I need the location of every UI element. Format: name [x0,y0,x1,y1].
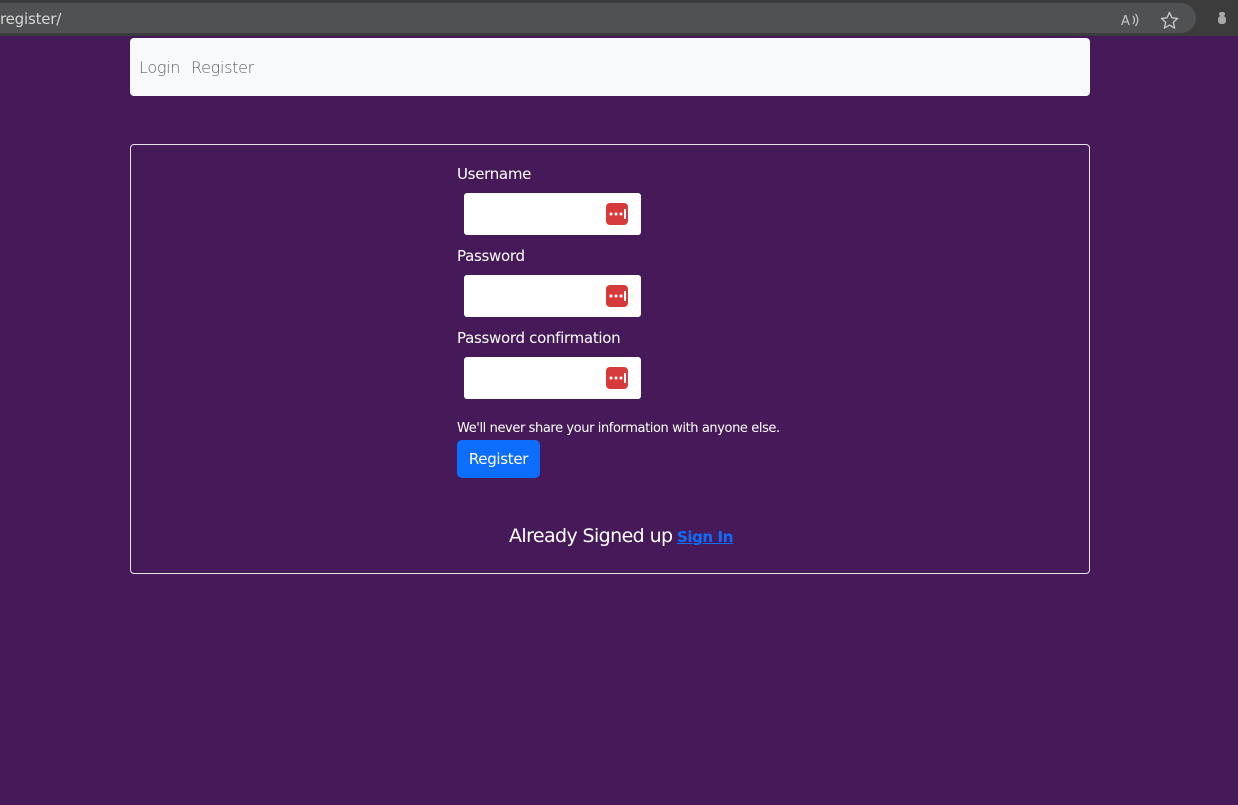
extension-icon[interactable] [1216,11,1228,25]
password-manager-icon[interactable] [606,203,628,225]
address-bar[interactable]: register/ A [0,3,1196,33]
navbar: Login Register [130,38,1090,96]
signin-prompt: Already Signed up Sign In [509,525,733,547]
password-manager-icon[interactable] [606,367,628,389]
privacy-help-text: We'll never share your information with … [457,421,780,436]
url-text[interactable]: register/ [0,10,61,28]
register-form-card: Username Password Password confirmation … [130,144,1090,574]
password-manager-icon[interactable] [606,285,628,307]
read-aloud-icon[interactable]: A [1121,12,1139,28]
nav-login-link[interactable]: Login [139,58,180,77]
nav-register-link[interactable]: Register [191,58,254,77]
username-label: Username [457,165,532,183]
register-submit-button[interactable]: Register [457,440,540,478]
password-label: Password [457,247,525,265]
svg-text:A: A [1121,14,1130,28]
signin-link[interactable]: Sign In [677,528,733,546]
favorite-star-icon[interactable] [1160,11,1179,30]
password-confirm-label: Password confirmation [457,329,621,347]
already-signed-up-text: Already Signed up [509,525,673,547]
browser-toolbar: register/ A [0,0,1238,36]
